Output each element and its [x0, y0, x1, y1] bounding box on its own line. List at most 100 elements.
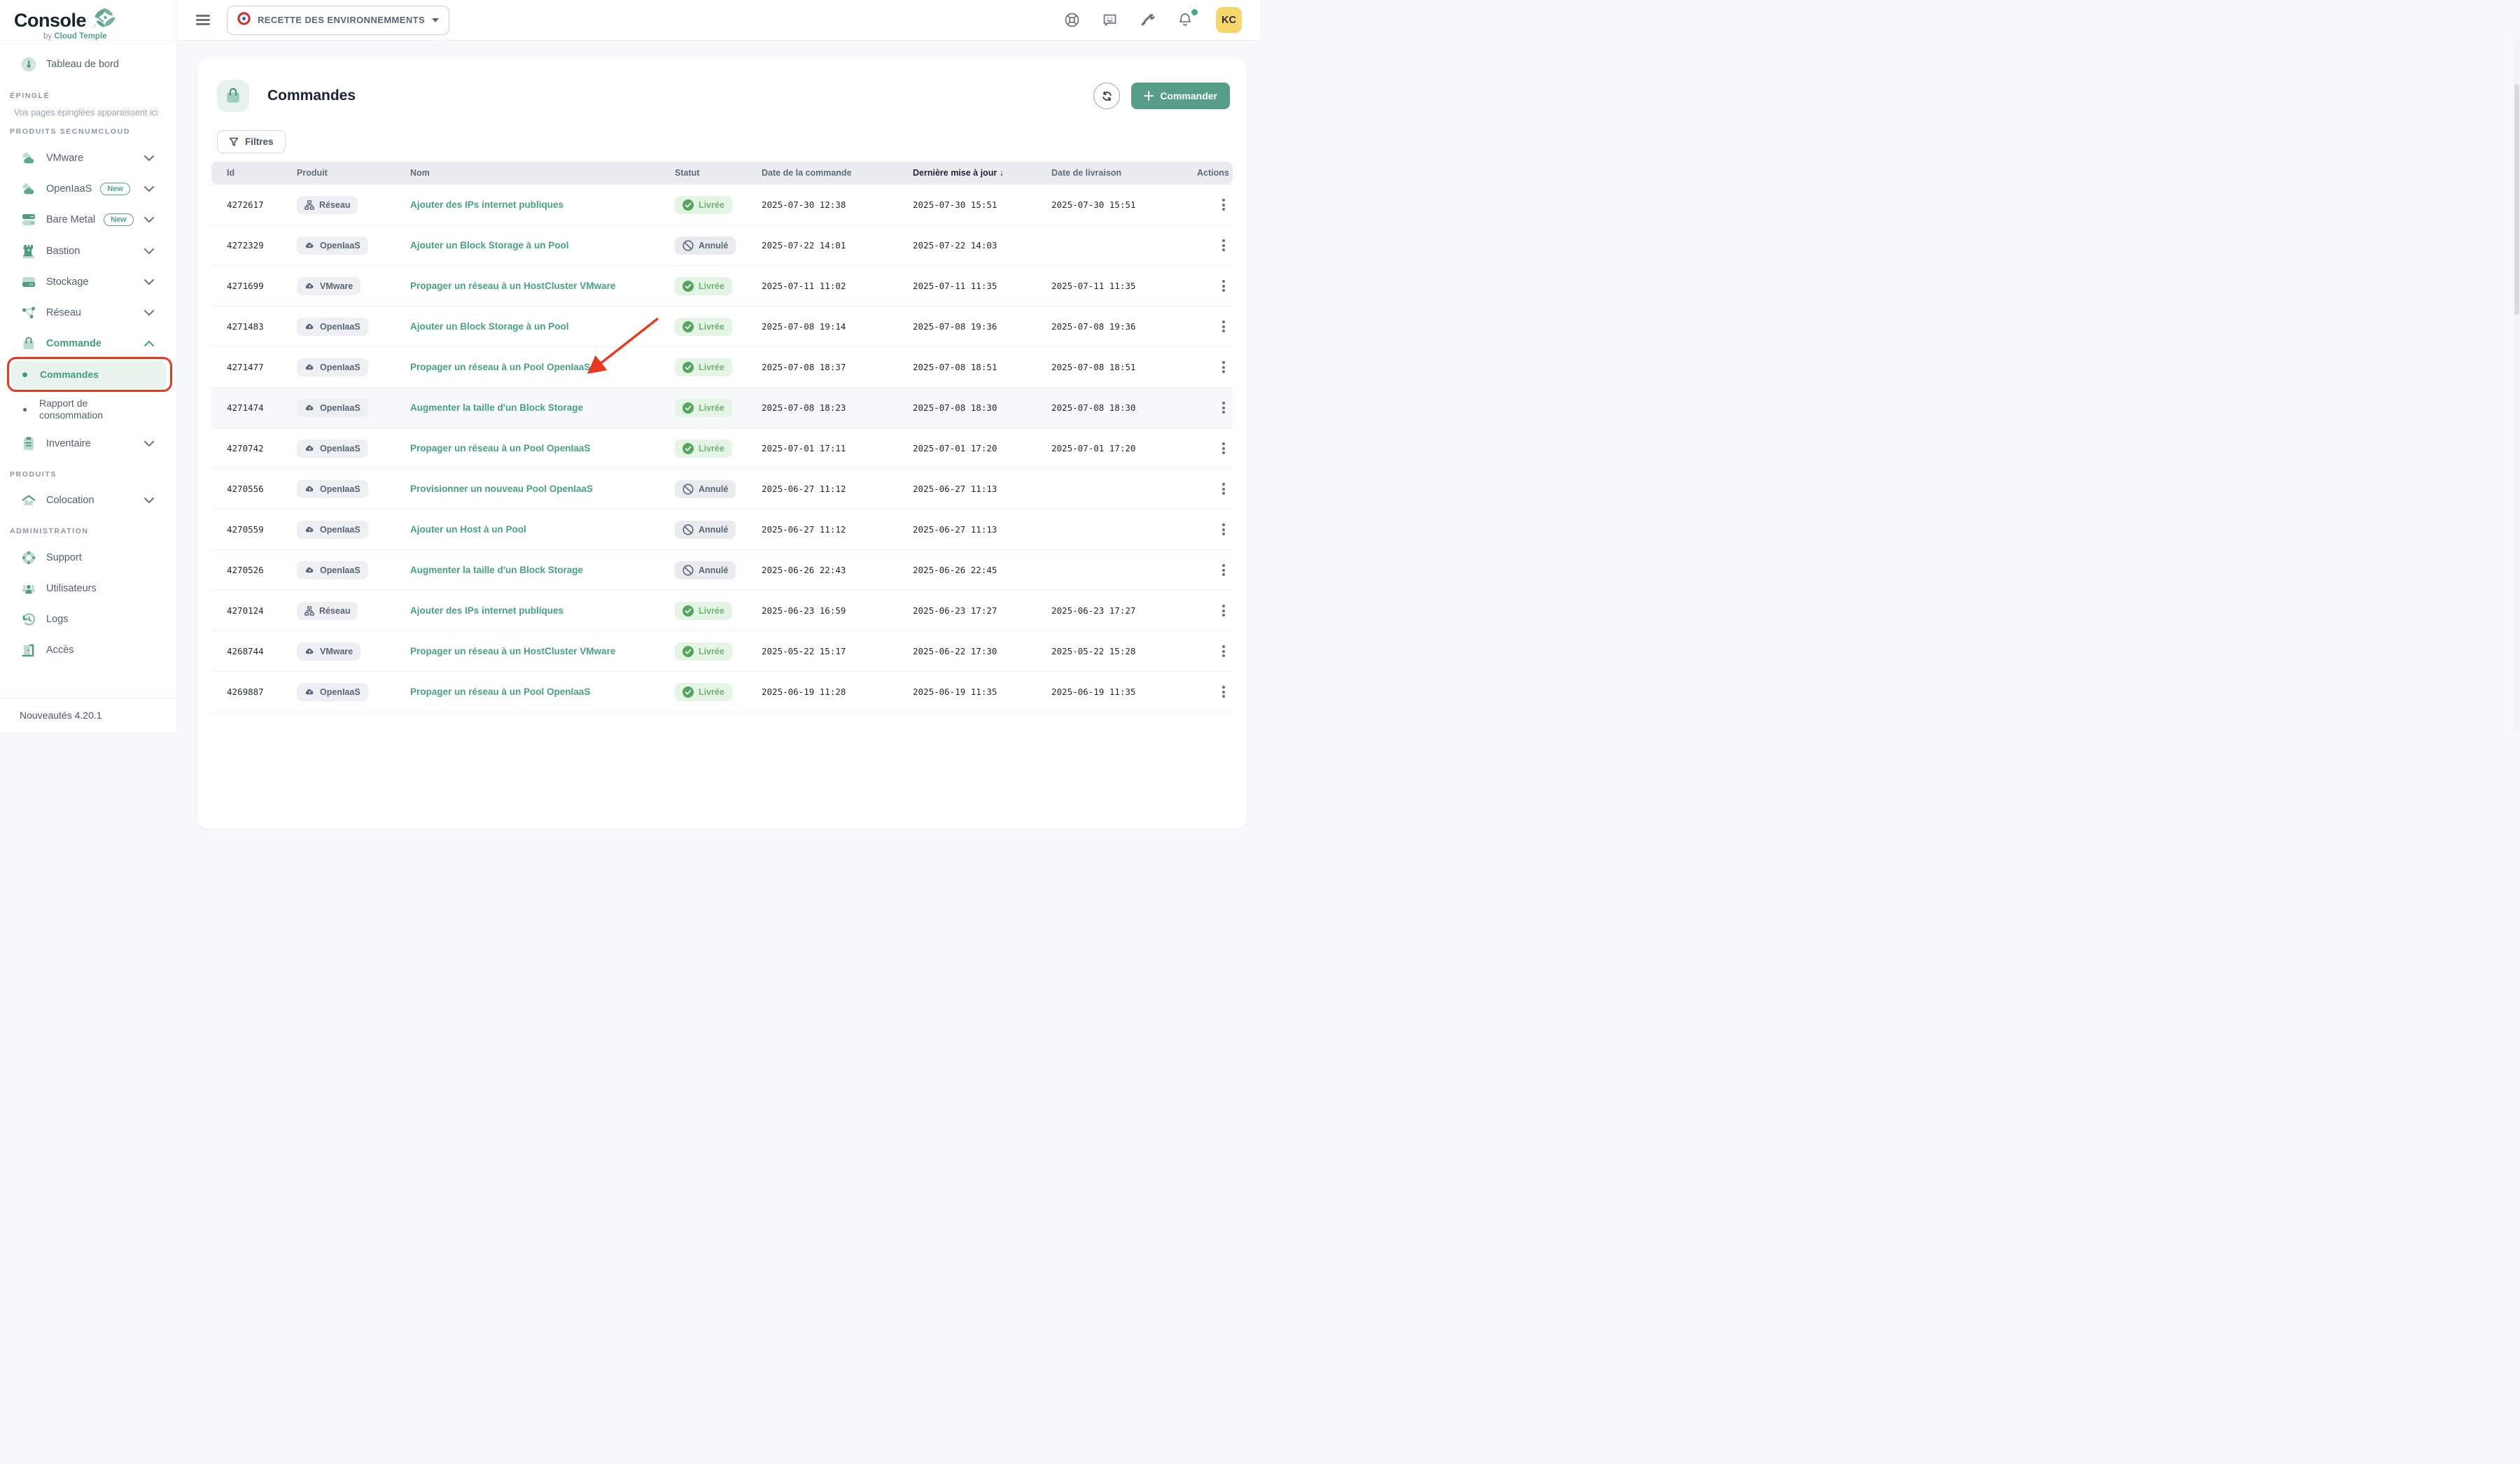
cloud-icon [304, 444, 315, 453]
sidebar-item-commande[interactable]: Commande [0, 331, 178, 356]
chevron-down-icon [144, 217, 154, 223]
users-icon [21, 581, 36, 596]
col-header-derniere-maj[interactable]: Dernière mise à jour ↓ [906, 168, 1044, 178]
table-row: 4270526 OpenIaaS Augmenter la taille d'u… [211, 549, 1233, 590]
sitemap-icon [304, 200, 314, 210]
cloud-icon [304, 484, 315, 493]
sidebar-item-logs[interactable]: Logs [0, 607, 178, 632]
sidebar-item-dashboard[interactable]: Tableau de bord [0, 52, 178, 77]
updated-at: 2025-06-26 22:45 [906, 565, 1044, 575]
col-header-date-commande[interactable]: Date de la commande [755, 168, 906, 178]
sidebar-item-acces[interactable]: Accès [0, 638, 178, 663]
sidebar-subitem-commandes[interactable]: Commandes [11, 361, 167, 388]
tools-button[interactable] [1139, 12, 1156, 29]
row-actions-button[interactable] [1214, 398, 1233, 418]
chevron-down-icon [144, 186, 154, 192]
delivered-at: 2025-07-08 18:30 [1044, 402, 1190, 413]
ordered-at: 2025-06-19 11:28 [755, 687, 906, 697]
row-actions-button[interactable] [1214, 439, 1233, 458]
order-name-link[interactable]: Propager un réseau à un Pool OpenIaaS [410, 362, 590, 372]
scrollbar-thumb[interactable] [2514, 84, 2519, 315]
order-name-link[interactable]: Ajouter un Block Storage à un Pool [410, 321, 569, 332]
sidebar-subitem-label: Commandes [40, 369, 99, 381]
sidebar-item-colocation[interactable]: Colocation [0, 488, 178, 513]
sidebar-item-stockage[interactable]: Stockage [0, 269, 178, 295]
row-actions-button[interactable] [1214, 236, 1233, 255]
product-label: OpenIaaS [320, 484, 360, 494]
order-name-link[interactable]: Ajouter des IPs internet publiques [410, 199, 564, 210]
product-badge: Réseau [297, 196, 358, 214]
menu-toggle-button[interactable] [196, 15, 210, 25]
sidebar-item-utilisateurs[interactable]: Utilisateurs [0, 576, 178, 601]
row-actions-button[interactable] [1214, 276, 1233, 296]
product-label: Réseau [319, 200, 350, 210]
table-row: 4270124 Réseau Ajouter des IPs internet … [211, 590, 1233, 631]
order-id: 4271483 [211, 321, 290, 332]
order-name-link[interactable]: Ajouter des IPs internet publiques [410, 605, 564, 616]
table-row: 4270556 OpenIaaS Provisionner un nouveau… [211, 468, 1233, 509]
sidebar-item-inventaire[interactable]: Inventaire [0, 431, 178, 456]
updated-at: 2025-06-27 11:13 [906, 484, 1044, 494]
sidebar-item-support[interactable]: Support [0, 545, 178, 570]
col-header-produit[interactable]: Produit [290, 168, 403, 178]
house-icon [21, 493, 36, 508]
chevron-down-icon [144, 441, 154, 446]
status-label: Livrée [699, 647, 724, 656]
status-label: Annulé [699, 241, 728, 251]
product-label: OpenIaaS [320, 525, 360, 535]
sidebar-footer: Nouveautés 4.20.1 [0, 698, 177, 732]
order-name-link[interactable]: Propager un réseau à un HostCluster VMwa… [410, 646, 615, 656]
status-label: Annulé [699, 525, 728, 535]
updated-at: 2025-06-22 17:30 [906, 646, 1044, 656]
orders-card: Commandes Commander Filtres [197, 59, 1247, 829]
sidebar-item-bastion[interactable]: Bastion [0, 239, 178, 264]
col-header-nom[interactable]: Nom [403, 168, 668, 178]
row-actions-button[interactable] [1214, 195, 1233, 215]
help-lifebuoy-button[interactable] [1063, 12, 1080, 29]
row-actions-button[interactable] [1214, 358, 1233, 377]
order-name-link[interactable]: Propager un réseau à un Pool OpenIaaS [410, 443, 590, 453]
notifications-bell-button[interactable] [1177, 12, 1194, 29]
col-header-date-livraison[interactable]: Date de livraison [1044, 168, 1190, 178]
row-actions-button[interactable] [1214, 601, 1233, 621]
sidebar-item-reseau[interactable]: Réseau [0, 300, 178, 325]
status-badge: Livrée [675, 399, 732, 417]
table-row: 4268744 VMware Propager un réseau à un H… [211, 631, 1233, 671]
col-header-statut[interactable]: Statut [668, 168, 755, 178]
france-roundel-icon [237, 12, 251, 29]
sidebar-item-openiaas[interactable]: OpenIaaS New [0, 176, 178, 202]
environment-selector[interactable]: RECETTE DES ENVIRONNEMMENTS [227, 6, 449, 35]
status-label: Livrée [699, 200, 724, 210]
order-name-link[interactable]: Ajouter un Block Storage à un Pool [410, 240, 569, 251]
release-notes-link[interactable]: Nouveautés 4.20.1 [20, 710, 102, 721]
order-name-link[interactable]: Propager un réseau à un HostCluster VMwa… [410, 281, 615, 291]
logo[interactable]: Console [0, 0, 177, 41]
row-actions-button[interactable] [1214, 561, 1233, 580]
order-name-link[interactable]: Provisionner un nouveau Pool OpenIaaS [410, 484, 593, 494]
status-label: Livrée [699, 281, 724, 291]
feedback-button[interactable] [1101, 12, 1118, 29]
sidebar-item-baremetal[interactable]: Bare Metal New [0, 207, 178, 232]
sidebar-subitem-rapport[interactable]: Rapport de consommation [11, 395, 167, 424]
row-actions-button[interactable] [1214, 479, 1233, 499]
col-header-id[interactable]: Id [211, 168, 290, 178]
sidebar-item-vmware[interactable]: VMware [0, 146, 178, 171]
order-name-link[interactable]: Augmenter la taille d'un Block Storage [410, 565, 583, 575]
order-name-link[interactable]: Propager un réseau à un Pool OpenIaaS [410, 687, 590, 697]
filters-button[interactable]: Filtres [217, 130, 286, 153]
refresh-button[interactable] [1093, 83, 1120, 109]
scrollbar-track[interactable] [2514, 41, 2520, 732]
order-name-link[interactable]: Ajouter un Host à un Pool [410, 524, 526, 535]
commander-button[interactable]: Commander [1131, 83, 1230, 109]
pinned-empty-hint: Vos pages épinglées apparaissent ici [14, 108, 158, 118]
row-actions-button[interactable] [1214, 317, 1233, 337]
avatar[interactable]: KC [1216, 7, 1242, 33]
tower-icon [21, 244, 36, 259]
updated-at: 2025-06-23 17:27 [906, 605, 1044, 616]
row-actions-button[interactable] [1214, 520, 1233, 540]
ordered-at: 2025-05-22 15:17 [755, 646, 906, 656]
status-badge: Livrée [675, 318, 732, 336]
row-actions-button[interactable] [1214, 682, 1233, 702]
row-actions-button[interactable] [1214, 642, 1233, 661]
order-name-link[interactable]: Augmenter la taille d'un Block Storage [410, 402, 583, 413]
